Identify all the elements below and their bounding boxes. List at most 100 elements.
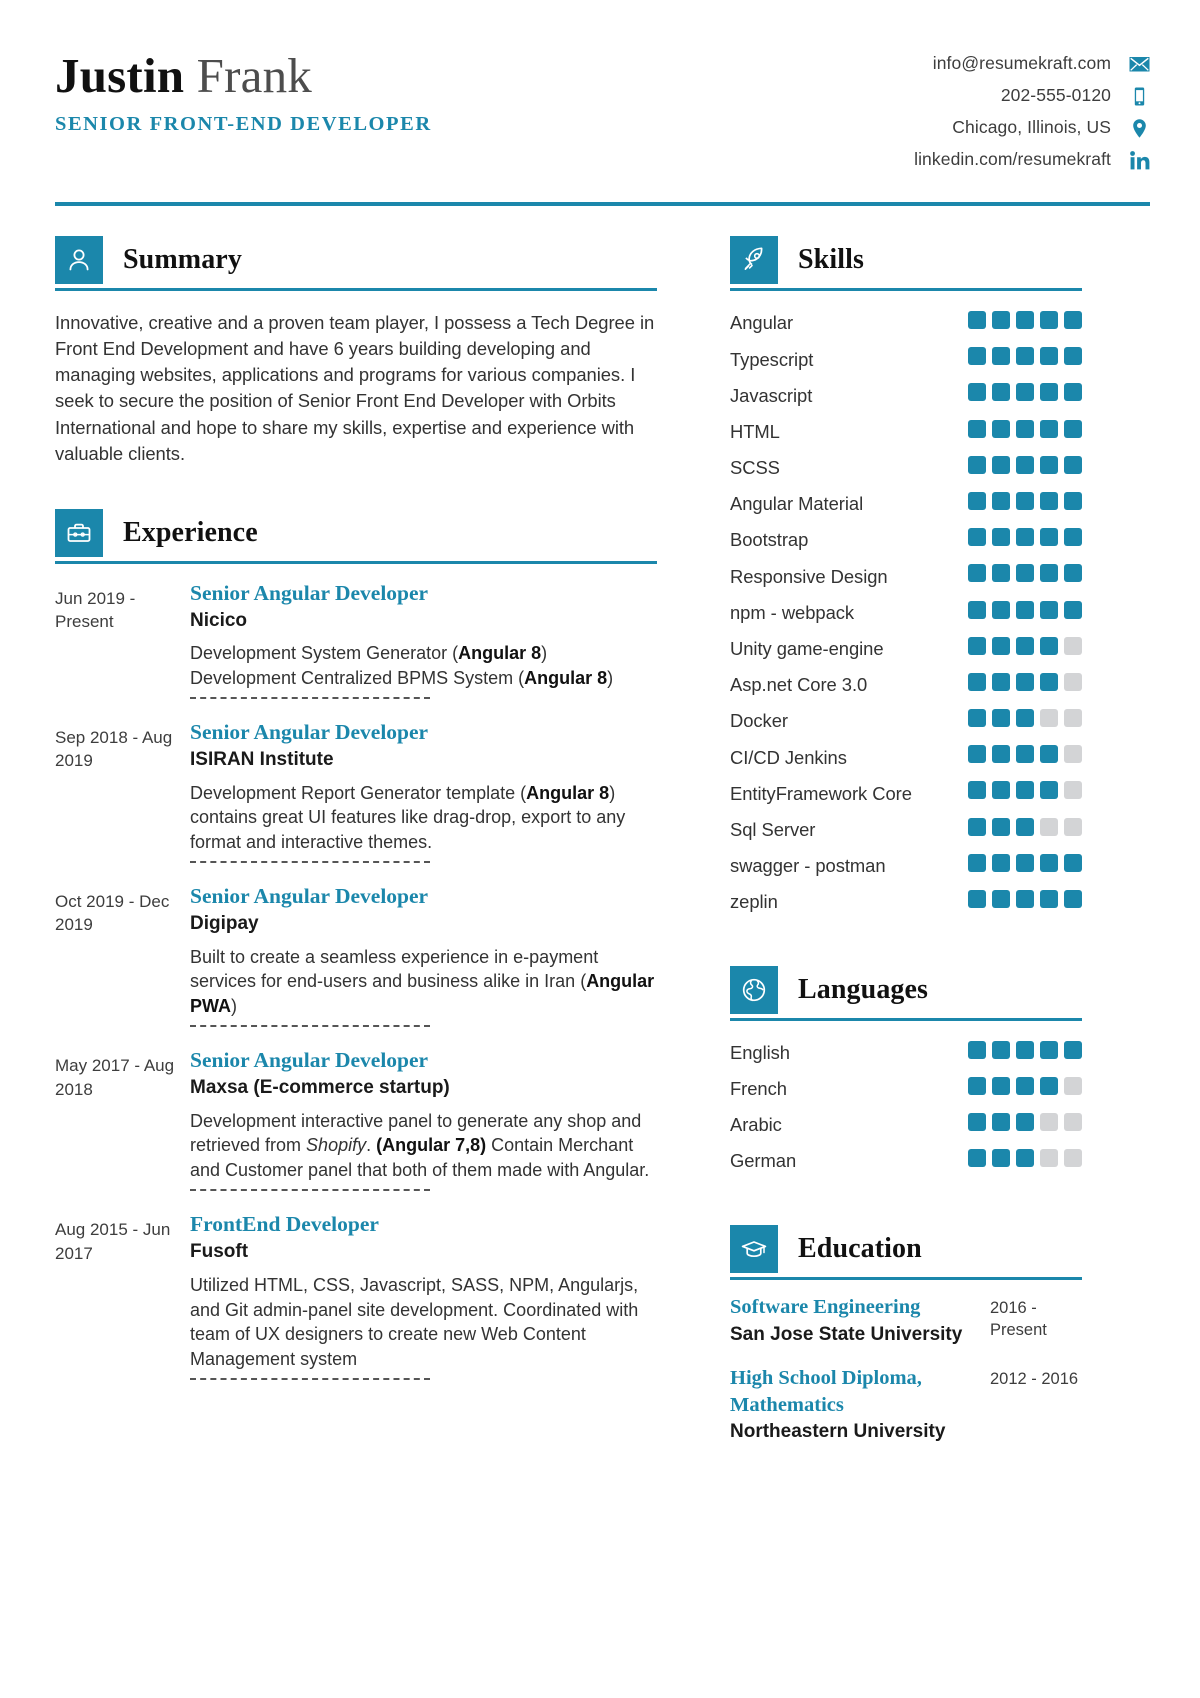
experience-item-role: Senior Angular Developer xyxy=(190,1048,429,1073)
resume-page: Justin Frank SENIOR FRONT-END DEVELOPER … xyxy=(0,0,1200,1698)
experience-item-dates: Oct 2019 - Dec 2019 xyxy=(55,892,170,935)
rating-square xyxy=(1064,817,1082,836)
contact-item-location[interactable]: Chicago, Illinois, US xyxy=(914,116,1150,140)
experience-item-description: Built to create a seamless experience in… xyxy=(190,946,655,1017)
rating-square xyxy=(992,1077,1010,1096)
skill-item: CI/CD Jenkins xyxy=(730,739,1082,775)
language-item: Arabic xyxy=(730,1107,1082,1143)
languages-section-rule xyxy=(730,1018,1082,1022)
contact-list: info@resumekraft.com 202-555-0120 Chicag… xyxy=(914,46,1150,180)
education-section-rule xyxy=(730,1277,1082,1281)
language-item-label: Arabic xyxy=(730,1114,782,1136)
education-item-degree: High School Diploma, Mathematics xyxy=(730,1367,922,1416)
rating-square xyxy=(992,709,1010,728)
skill-item-label: Docker xyxy=(730,710,788,732)
language-item: German xyxy=(730,1143,1082,1179)
skill-item-rating xyxy=(968,558,1082,583)
rating-square xyxy=(968,1149,986,1168)
graduation-cap-icon xyxy=(730,1225,778,1274)
experience-item-description: Utilized HTML, CSS, Javascript, SASS, NP… xyxy=(190,1274,639,1370)
education-section-title: Education xyxy=(798,1233,922,1265)
experience-item-description: Development System Generator (Angular 8)… xyxy=(190,643,614,689)
skill-item-label: SCSS xyxy=(730,457,780,479)
language-item-rating xyxy=(968,1107,1082,1132)
skill-item: Asp.net Core 3.0 xyxy=(730,667,1082,703)
rating-square xyxy=(968,781,986,800)
languages-section: Languages English French Arabic German xyxy=(730,966,1082,1179)
rating-square xyxy=(1040,745,1058,764)
contact-item-phone[interactable]: 202-555-0120 xyxy=(914,84,1150,108)
rating-square xyxy=(992,564,1010,583)
rating-square xyxy=(1064,1077,1082,1096)
skill-item: SCSS xyxy=(730,450,1082,486)
skill-item-label: EntityFramework Core xyxy=(730,782,912,804)
experience-item-separator xyxy=(190,861,430,864)
rating-square xyxy=(1064,600,1082,619)
language-item: French xyxy=(730,1071,1082,1107)
rating-square xyxy=(1040,636,1058,655)
rating-square xyxy=(1040,781,1058,800)
rating-square xyxy=(1016,817,1034,836)
rating-square xyxy=(1040,709,1058,728)
rating-square xyxy=(1016,455,1034,474)
experience-item-role: Senior Angular Developer xyxy=(190,580,429,605)
skill-item: Bootstrap xyxy=(730,522,1082,558)
experience-item-dates: Aug 2015 - Jun 2017 xyxy=(55,1220,171,1263)
last-name: Frank xyxy=(184,48,312,103)
rating-square xyxy=(968,709,986,728)
rating-square xyxy=(1016,419,1034,438)
contact-item-email[interactable]: info@resumekraft.com xyxy=(914,52,1150,76)
location-pin-icon xyxy=(1129,118,1150,139)
experience-item-company: ISIRAN Institute xyxy=(190,748,334,770)
skill-item-rating xyxy=(968,775,1082,800)
contact-location-text: Chicago, Illinois, US xyxy=(952,117,1111,138)
rating-square xyxy=(1016,1113,1034,1132)
rating-square xyxy=(1064,1113,1082,1132)
skill-item-label: CI/CD Jenkins xyxy=(730,746,847,768)
skill-item: Javascript xyxy=(730,377,1082,413)
experience-item: Oct 2019 - Dec 2019 Senior Angular Develo… xyxy=(55,883,657,1047)
skill-item-label: Asp.net Core 3.0 xyxy=(730,674,868,696)
rating-square xyxy=(968,745,986,764)
experience-item: Sep 2018 - Aug 2019 Senior Angular Develo… xyxy=(55,719,657,883)
experience-item-body: Senior Angular Developer Maxsa (E-commerc… xyxy=(183,1047,657,1211)
education-list: Software Engineering San Jose State Unive… xyxy=(730,1294,1082,1445)
skill-item-rating xyxy=(968,305,1082,329)
skill-item-rating xyxy=(968,739,1082,764)
rating-square xyxy=(1016,672,1034,691)
rating-square xyxy=(1040,455,1058,474)
rating-square xyxy=(1064,1041,1082,1060)
rating-square xyxy=(1040,491,1058,510)
rating-square xyxy=(968,491,986,510)
rating-square xyxy=(968,564,986,583)
rating-square xyxy=(1040,311,1058,329)
rating-square xyxy=(1040,1077,1058,1096)
experience-item-dates: Sep 2018 - Aug 2019 xyxy=(55,727,173,771)
experience-item-separator xyxy=(190,696,430,699)
skill-item: Sql Server xyxy=(730,812,1082,848)
identity-block: Justin Frank SENIOR FRONT-END DEVELOPER xyxy=(55,46,432,136)
rating-square xyxy=(1016,709,1034,728)
rating-square xyxy=(968,1041,986,1060)
briefcase-icon xyxy=(55,508,103,557)
rating-square xyxy=(1016,636,1034,655)
skill-item-rating xyxy=(968,486,1082,510)
resume-body: Summary Innovative, creative and a prove… xyxy=(55,236,1150,1463)
rating-square xyxy=(968,419,986,438)
skill-item-rating xyxy=(968,848,1082,872)
experience-item-description: Development Report Generator template (A… xyxy=(190,782,626,853)
experience-item-body: Senior Angular Developer ISIRAN Institute… xyxy=(183,719,657,883)
experience-item-role: FrontEnd Developer xyxy=(190,1212,379,1237)
rating-square xyxy=(992,347,1010,366)
education-item: Software Engineering San Jose State Unive… xyxy=(730,1294,1082,1347)
experience-item: Aug 2015 - Jun 2017 FrontEnd Developer Fus… xyxy=(55,1211,657,1400)
rating-square xyxy=(968,853,986,872)
person-icon xyxy=(55,236,103,284)
rating-square xyxy=(1064,636,1082,655)
language-item-label: English xyxy=(730,1042,790,1064)
rating-square xyxy=(1016,1149,1034,1168)
skill-item-rating xyxy=(968,522,1082,547)
contact-phone-text: 202-555-0120 xyxy=(1000,85,1111,106)
contact-item-linkedin[interactable]: linkedin.com/resumekraft xyxy=(914,148,1150,172)
skill-item-rating xyxy=(968,450,1082,474)
